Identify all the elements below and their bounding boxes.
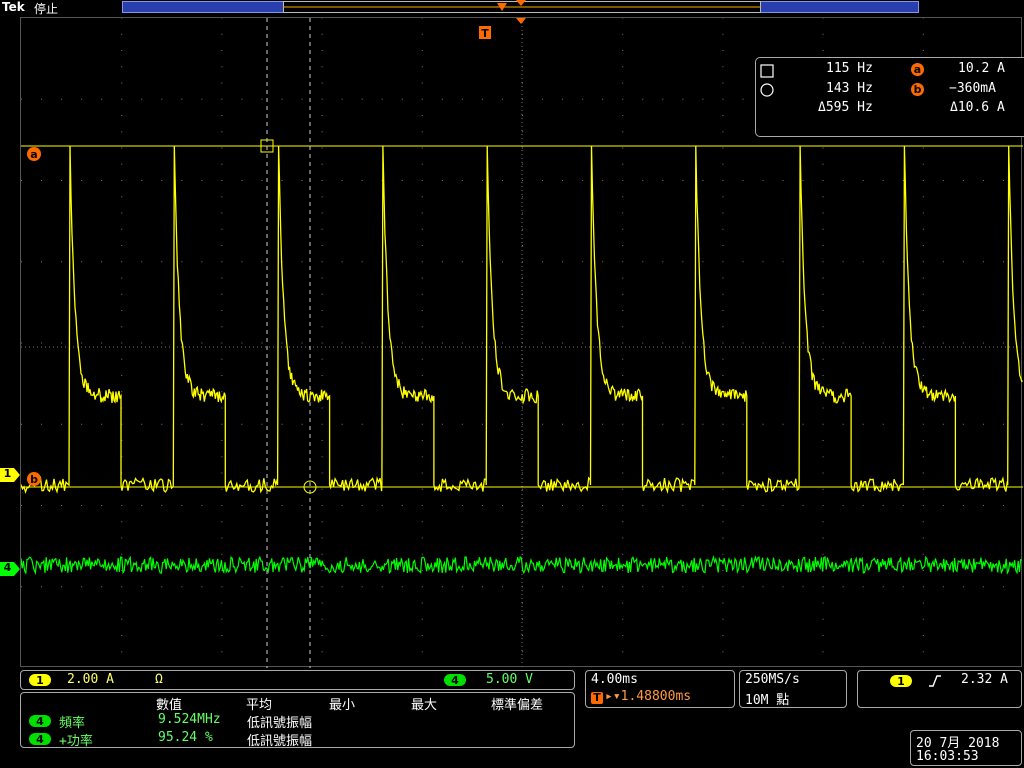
ch4-waveform <box>21 557 1022 573</box>
cursor-1-frequency: 115 Hz <box>826 61 873 76</box>
row1-value: 9.524MHz <box>158 712 221 727</box>
ch4-scale[interactable]: 5.00 V <box>486 672 533 687</box>
rising-edge-icon <box>928 674 942 688</box>
header-value: 數值 <box>156 694 182 713</box>
delta-value: Δ10.6 A <box>950 100 1005 115</box>
square-cursor-icon <box>760 64 776 80</box>
cursor-readout-panel: 115 Hz 143 Hz Δ595 Hz a b 10.2 A −360mA … <box>755 57 1024 137</box>
row1-name: 頻率 <box>59 712 85 731</box>
cursor-2-frequency: 143 Hz <box>826 81 873 96</box>
delta-frequency: Δ595 Hz <box>818 100 873 115</box>
row2-channel-badge: 4 <box>29 733 51 745</box>
cursor-a-icon: a <box>911 63 924 76</box>
header-mean: 平均 <box>246 694 272 713</box>
time: 16:03:53 <box>916 749 979 764</box>
ch1-ref-label[interactable]: 1 <box>1 467 14 480</box>
record-markers <box>0 0 1024 16</box>
expansion-point-marker <box>516 0 526 6</box>
trigger-position-icon: T <box>591 692 603 704</box>
cursor-b-label: b <box>30 473 38 486</box>
trigger-panel[interactable]: 1 2.32 A <box>857 670 1022 708</box>
header-max: 最大 <box>411 694 437 713</box>
measurement-panel[interactable]: 數值 平均 最小 最大 標準偏差 4 頻率 9.524MHz 低訊號振幅 4 +… <box>20 692 575 748</box>
trigger-source-badge[interactable]: 1 <box>890 675 912 687</box>
expansion-marker <box>516 18 526 24</box>
header-min: 最小 <box>329 694 355 713</box>
horizontal-scale[interactable]: 4.00ms <box>591 672 638 687</box>
cursor-b-icon: b <box>911 83 924 96</box>
ch1-termination-icon: Ω <box>155 672 163 687</box>
circle-cursor-icon <box>760 83 776 99</box>
status-bar: Tek 停止 <box>0 0 1024 16</box>
row2-note: 低訊號振幅 <box>247 730 312 749</box>
datetime-panel: 20 7月 2018 16:03:53 <box>910 730 1022 766</box>
trigger-delay[interactable]: ▸▾1.48800ms <box>605 689 691 704</box>
ch1-scale[interactable]: 2.00 A <box>67 672 114 687</box>
ch4-ref-label[interactable]: 4 <box>1 561 14 574</box>
row2-value: 95.24 % <box>158 730 213 745</box>
trigger-marker-label: T <box>481 27 489 40</box>
acquisition-panel[interactable]: 250MS/s 10M 點 <box>739 670 847 708</box>
ch1-badge[interactable]: 1 <box>29 674 51 686</box>
row2-name: +功率 <box>59 730 93 749</box>
row1-note: 低訊號振幅 <box>247 712 312 731</box>
cursor-a-value: 10.2 A <box>958 61 1005 76</box>
cursor-b-value: −360mA <box>949 81 996 96</box>
sample-rate: 250MS/s <box>745 672 800 687</box>
record-length: 10M 點 <box>745 689 789 708</box>
header-stddev: 標準偏差 <box>491 694 543 713</box>
timebase-panel[interactable]: 4.00ms T ▸▾1.48800ms <box>585 670 735 708</box>
channel-scale-panel: 1 2.00 A Ω 4 5.00 V <box>20 670 575 690</box>
row1-channel-badge: 4 <box>29 715 51 727</box>
trigger-level[interactable]: 2.32 A <box>961 672 1008 687</box>
waveform-display[interactable]: abT 115 Hz 143 Hz Δ595 Hz a b 10.2 A −36… <box>20 17 1022 667</box>
ch4-badge[interactable]: 4 <box>444 674 466 686</box>
cursor-a-label: a <box>30 148 37 161</box>
